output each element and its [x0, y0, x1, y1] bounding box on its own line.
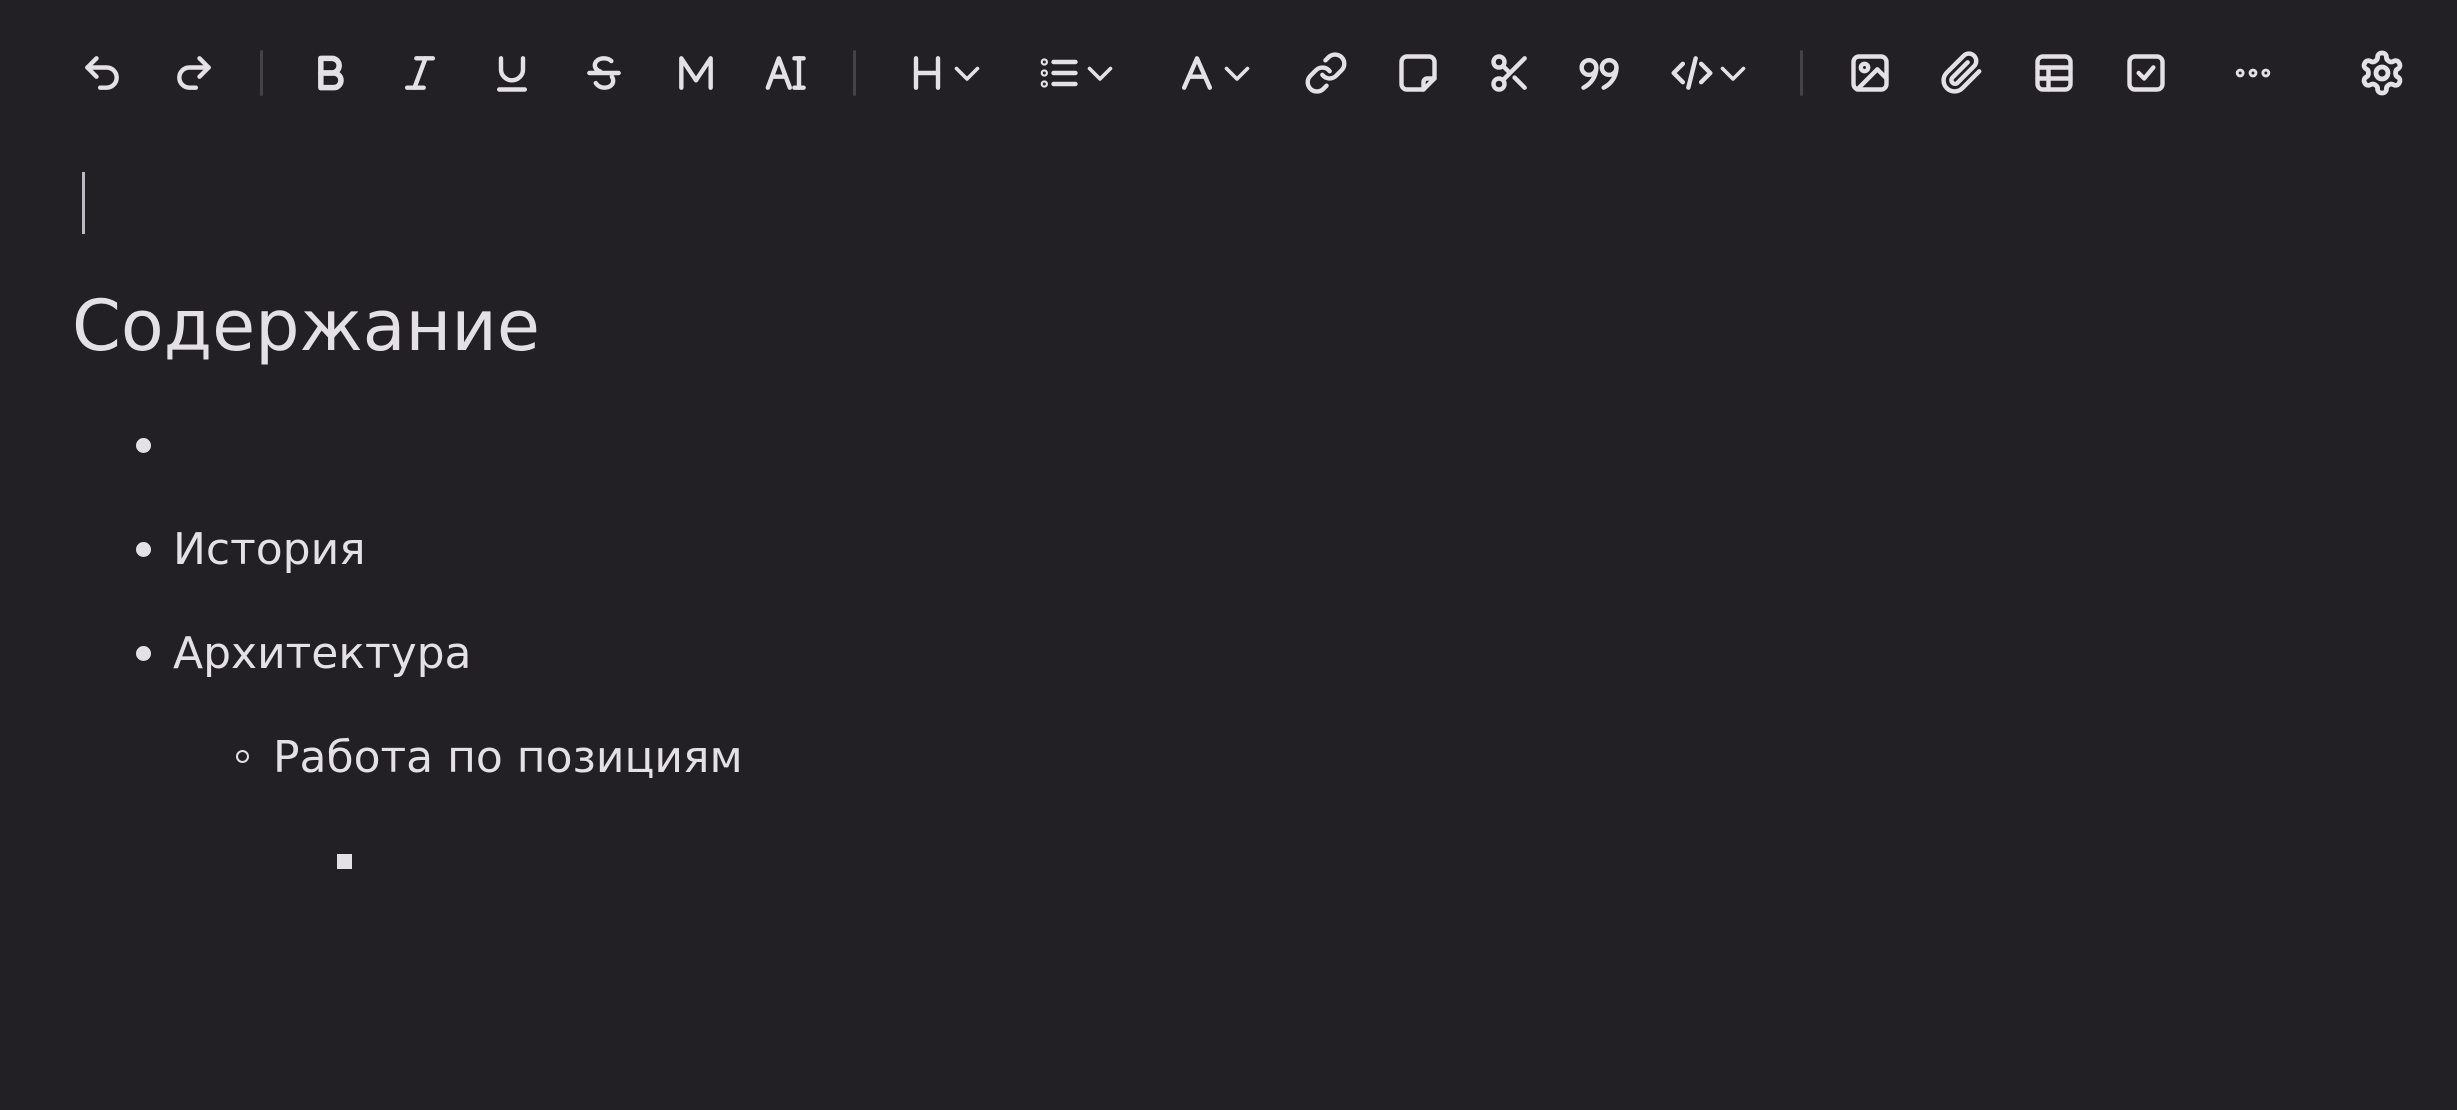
checkbox-icon: [2127, 54, 2165, 92]
list-item-text: Архитектура: [173, 627, 472, 679]
italic-icon: [404, 56, 436, 90]
bullet-disc-icon: [136, 542, 151, 557]
bullet-disc-icon: [136, 646, 151, 661]
list-item[interactable]: Архитектура: [136, 620, 472, 686]
text-size-button[interactable]: [758, 40, 818, 106]
link-icon: [1305, 52, 1347, 94]
undo-button[interactable]: [72, 40, 132, 106]
heading-dropdown-icon: [913, 56, 941, 90]
image-icon: [1851, 54, 1889, 92]
link-button[interactable]: [1296, 40, 1356, 106]
list-item[interactable]: История: [136, 516, 366, 582]
list-item[interactable]: [136, 412, 173, 478]
chevron-down-icon: [1720, 66, 1746, 81]
cut-button[interactable]: [1480, 40, 1540, 106]
attachment-icon: [1941, 51, 1982, 94]
strikethrough-button[interactable]: [574, 40, 634, 106]
table-button[interactable]: [2024, 40, 2084, 106]
bold-icon: [318, 55, 344, 91]
bold-button[interactable]: [300, 40, 360, 106]
quote-button[interactable]: [1568, 40, 1632, 106]
text-caret: [82, 172, 85, 234]
list-dropdown-button[interactable]: [1030, 40, 1124, 106]
chevron-down-icon: [954, 66, 980, 81]
heading-dropdown-button[interactable]: [898, 40, 992, 106]
document-heading[interactable]: Содержание: [72, 280, 540, 372]
code-dropdown-button[interactable]: [1662, 40, 1758, 106]
bullet-disc-icon: [136, 438, 151, 453]
editor-toolbar: [0, 0, 2457, 146]
math-icon: [679, 56, 713, 90]
toolbar-separator: [260, 50, 263, 96]
list-item[interactable]: Работа по позициям: [236, 724, 743, 790]
bullet-circle-icon: [236, 750, 249, 763]
sticky-note-icon: [1399, 54, 1437, 92]
list-item[interactable]: [337, 828, 374, 894]
list-item-text: Работа по позициям: [273, 731, 743, 783]
math-button[interactable]: [666, 40, 726, 106]
text-size-icon: [765, 56, 806, 90]
image-button[interactable]: [1840, 40, 1900, 106]
quote-icon: [1579, 57, 1619, 90]
settings-button[interactable]: [2352, 40, 2412, 106]
more-icon: [2235, 68, 2271, 78]
toolbar-separator: [1800, 50, 1803, 96]
code-dropdown-icon: [1671, 56, 1713, 90]
more-button[interactable]: [2222, 40, 2284, 106]
sticky-note-button[interactable]: [1388, 40, 1448, 106]
text-color-dropdown-icon: [1181, 56, 1213, 90]
settings-icon: [2361, 50, 2403, 96]
underline-icon: [496, 56, 528, 92]
undo-icon: [85, 56, 119, 90]
attachment-button[interactable]: [1932, 40, 1992, 106]
underline-button[interactable]: [482, 40, 542, 106]
strikethrough-icon: [587, 56, 621, 90]
document-editor[interactable]: Содержание История Архитектура Работа по…: [0, 146, 2457, 1110]
table-icon: [2035, 54, 2073, 92]
list-dropdown-icon: [1040, 58, 1078, 88]
checkbox-button[interactable]: [2116, 40, 2176, 106]
text-color-dropdown-button[interactable]: [1168, 40, 1262, 106]
italic-button[interactable]: [390, 40, 450, 106]
cut-icon: [1491, 54, 1527, 92]
chevron-down-icon: [1224, 66, 1250, 81]
redo-button[interactable]: [164, 40, 224, 106]
toolbar-separator: [853, 50, 856, 96]
bullet-square-icon: [337, 854, 352, 869]
redo-icon: [177, 56, 211, 90]
list-item-text: История: [173, 523, 366, 575]
chevron-down-icon: [1087, 66, 1113, 81]
